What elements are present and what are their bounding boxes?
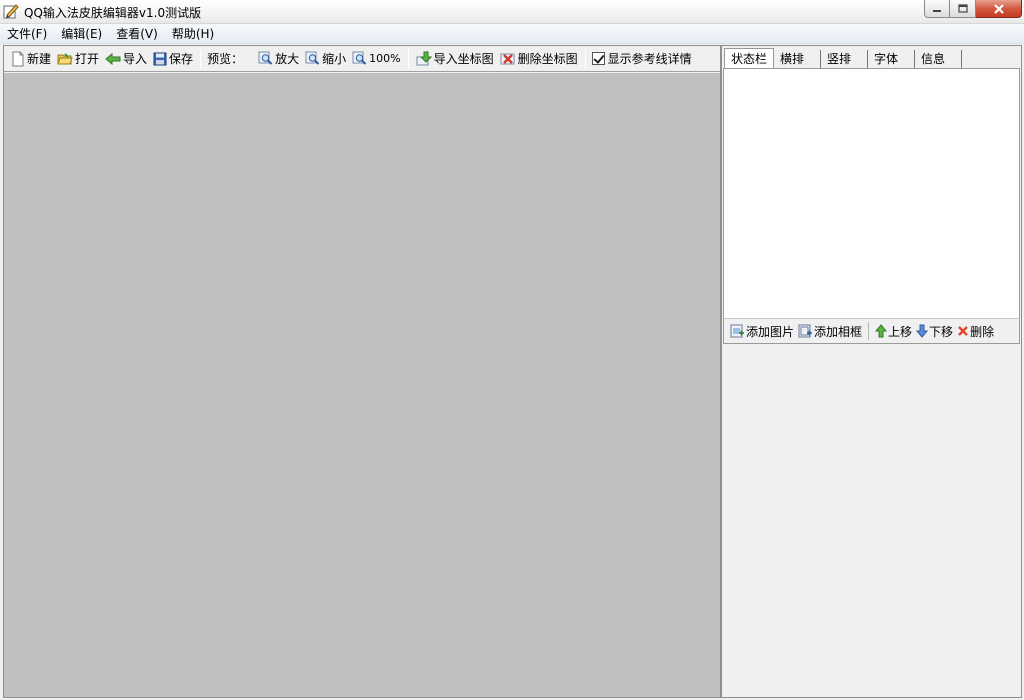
- list-toolbar: 添加图片 添加相框 上移 下移 删除: [723, 318, 1020, 344]
- window-title: QQ输入法皮肤编辑器v1.0测试版: [24, 6, 202, 20]
- app-pencil-icon: [3, 4, 19, 19]
- property-tabs: 状态栏 横排 竖排 字体 信息: [724, 48, 963, 69]
- add-image-label: 添加图片: [746, 324, 795, 339]
- zoom-actual-size-icon: [352, 51, 367, 65]
- open-folder-icon: [57, 52, 73, 64]
- delete-coord-icon: [500, 53, 515, 65]
- delete-coord-label: 删除坐标图: [517, 52, 578, 66]
- show-guides-checkbox[interactable]: 显示参考线详情: [590, 50, 692, 67]
- open-button[interactable]: 打开: [54, 48, 102, 70]
- toolbar-separator: [200, 48, 202, 69]
- title-bar[interactable]: QQ输入法皮肤编辑器v1.0测试版: [0, 0, 1024, 24]
- tab-info[interactable]: 信息: [915, 50, 963, 69]
- add-frame-icon: [798, 324, 813, 337]
- properties-pane: 状态栏 横排 竖排 字体 信息 添加图片 添加相框 上移 下移 删除: [721, 45, 1022, 698]
- import-coord-button[interactable]: 导入坐标图: [413, 48, 497, 70]
- zoom-out-button[interactable]: 缩小: [302, 48, 349, 70]
- window-controls: [924, 0, 1022, 18]
- open-label: 打开: [75, 52, 100, 66]
- zoom-out-label: 缩小: [322, 52, 347, 66]
- new-label: 新建: [27, 52, 52, 66]
- arrow-up-icon: [875, 324, 888, 338]
- menu-view[interactable]: 查看(V): [109, 24, 165, 44]
- close-button[interactable]: [976, 0, 1022, 18]
- import-arrow-icon: [105, 52, 121, 65]
- zoom-in-label: 放大: [275, 52, 300, 66]
- tab-vertical[interactable]: 竖排: [821, 50, 869, 69]
- toolbar-separator: [407, 48, 409, 69]
- import-button[interactable]: 导入: [102, 48, 150, 70]
- preview-label: 预览：: [207, 52, 244, 66]
- delete-coord-button[interactable]: 删除坐标图: [497, 48, 581, 70]
- zoom-in-button[interactable]: 放大: [255, 48, 302, 70]
- toolbar-separator: [584, 48, 586, 69]
- new-button[interactable]: 新建: [8, 48, 54, 70]
- delete-label: 删除: [970, 324, 995, 339]
- import-label: 导入: [123, 52, 148, 66]
- status-bar-list[interactable]: [723, 68, 1020, 343]
- save-label: 保存: [169, 52, 194, 66]
- menu-file[interactable]: 文件(F): [0, 24, 54, 44]
- menu-help[interactable]: 帮助(H): [165, 24, 221, 44]
- save-button[interactable]: 保存: [150, 48, 196, 70]
- show-guides-label: 显示参考线详情: [607, 52, 692, 66]
- move-down-button[interactable]: 下移: [914, 323, 955, 340]
- minimize-button[interactable]: [924, 0, 950, 18]
- editor-pane: 新建 打开 导入 保存 预览： 放大 缩小 100% 导入坐标图 删除坐标图 显…: [3, 45, 721, 698]
- checkbox-checked[interactable]: [591, 52, 605, 65]
- move-down-label: 下移: [929, 324, 954, 339]
- add-frame-label: 添加相框: [814, 324, 863, 339]
- save-disk-icon: [153, 52, 167, 65]
- delete-x-icon: [958, 326, 968, 336]
- zoom-100-label: 100%: [369, 52, 401, 65]
- add-image-button[interactable]: 添加图片: [728, 323, 796, 340]
- maximize-icon: [957, 4, 968, 13]
- add-image-icon: [730, 324, 744, 337]
- zoom-100-button[interactable]: 100%: [349, 48, 403, 70]
- minimize-icon: [933, 9, 941, 12]
- new-document-icon: [12, 51, 24, 66]
- arrow-down-icon: [916, 324, 929, 338]
- add-frame-button[interactable]: 添加相框: [796, 323, 864, 340]
- delete-button[interactable]: 删除: [955, 323, 996, 340]
- main-toolbar: 新建 打开 导入 保存 预览： 放大 缩小 100% 导入坐标图 删除坐标图 显…: [4, 46, 720, 72]
- menu-edit[interactable]: 编辑(E): [54, 24, 109, 44]
- tab-horizontal[interactable]: 横排: [774, 50, 822, 69]
- menu-bar: 文件(F) 编辑(E) 查看(V) 帮助(H): [0, 24, 1024, 44]
- move-up-label: 上移: [888, 324, 913, 339]
- zoom-in-icon: [258, 51, 273, 65]
- zoom-out-icon: [305, 51, 320, 65]
- maximize-button[interactable]: [950, 0, 976, 18]
- move-up-button[interactable]: 上移: [873, 323, 914, 340]
- import-coord-label: 导入坐标图: [433, 52, 494, 66]
- skin-canvas[interactable]: [4, 73, 720, 697]
- tab-font[interactable]: 字体: [868, 50, 916, 69]
- import-down-arrow-icon: [416, 51, 432, 66]
- list-toolbar-separator: [868, 322, 870, 340]
- close-icon: [993, 3, 1004, 14]
- tab-status-bar[interactable]: 状态栏: [724, 48, 775, 69]
